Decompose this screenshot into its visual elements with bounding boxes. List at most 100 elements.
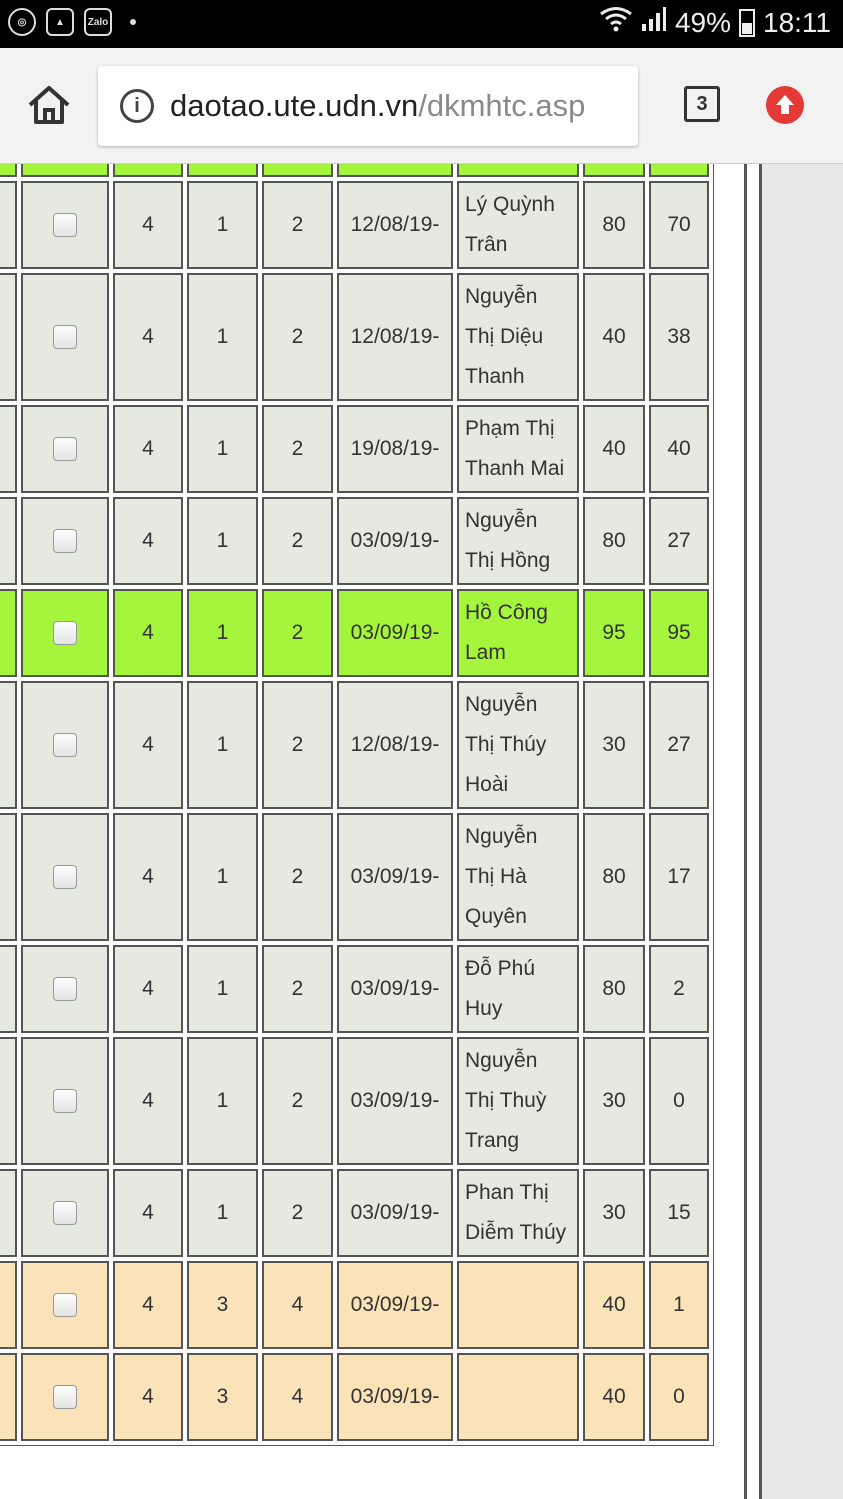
select-cell bbox=[21, 813, 109, 941]
teacher-cell: Nguyễn Thị Hà Quyên bbox=[457, 813, 579, 941]
start-date-cell: 03/09/19- bbox=[337, 1037, 453, 1165]
period-cell: 1 bbox=[187, 813, 258, 941]
capacity-cell: 80 bbox=[583, 813, 645, 941]
select-cell bbox=[21, 1353, 109, 1441]
register-checkbox[interactable] bbox=[53, 213, 77, 238]
period-end-cell: 2 bbox=[262, 497, 333, 585]
table-row: 4 3 4 03/09/19- 40 1 bbox=[0, 1261, 709, 1349]
table-row: 4 1 2 03/09/19- Nguyễn Thị Hồng 80 27 bbox=[0, 497, 709, 585]
credits-cell: 4 bbox=[113, 589, 183, 677]
credits-cell: 4 bbox=[113, 273, 183, 401]
table-row: 4 1 2 03/09/19- Đỗ Phú Huy 80 2 bbox=[0, 945, 709, 1033]
period-end-cell: 2 bbox=[262, 1037, 333, 1165]
page-content: 4 1 2 12/08/19- Lý Quỳnh Trân 80 70 4 1 2 12/08/19… bbox=[0, 164, 843, 1499]
period-cell: 1 bbox=[187, 1037, 258, 1165]
select-cell bbox=[21, 1169, 109, 1257]
register-checkbox[interactable] bbox=[53, 1089, 77, 1114]
select-cell bbox=[21, 945, 109, 1033]
start-date-cell: 12/08/19- bbox=[337, 681, 453, 809]
period-end-cell: 2 bbox=[262, 1169, 333, 1257]
row-edge-cell bbox=[0, 589, 17, 677]
register-checkbox[interactable] bbox=[53, 1385, 77, 1410]
url-path: /dkmhtc.asp bbox=[418, 88, 586, 123]
period-end-cell: 2 bbox=[262, 181, 333, 269]
register-checkbox[interactable] bbox=[53, 621, 77, 646]
registered-cell: 70 bbox=[649, 181, 709, 269]
registered-cell: 15 bbox=[649, 1169, 709, 1257]
credits-cell: 4 bbox=[113, 1353, 183, 1441]
battery-percent: 49% bbox=[674, 6, 731, 38]
header-cell bbox=[457, 164, 579, 177]
start-date-cell: 03/09/19- bbox=[337, 1261, 453, 1349]
table-row: 4 1 2 03/09/19- Hồ Công Lam 95 95 bbox=[0, 589, 709, 677]
select-cell bbox=[21, 1261, 109, 1349]
info-icon[interactable]: i bbox=[120, 89, 154, 123]
start-date-cell: 03/09/19- bbox=[337, 813, 453, 941]
registered-cell: 0 bbox=[649, 1037, 709, 1165]
home-button[interactable] bbox=[26, 84, 72, 126]
registered-cell: 1 bbox=[649, 1261, 709, 1349]
start-date-cell: 03/09/19- bbox=[337, 945, 453, 1033]
register-checkbox[interactable] bbox=[53, 733, 77, 758]
register-checkbox[interactable] bbox=[53, 1201, 77, 1226]
table-row: 4 1 2 03/09/19- Nguyễn Thị Thuỳ Trang 30 0 bbox=[0, 1037, 709, 1165]
period-cell: 1 bbox=[187, 1169, 258, 1257]
capacity-cell: 30 bbox=[583, 1169, 645, 1257]
registered-cell: 17 bbox=[649, 813, 709, 941]
period-end-cell: 2 bbox=[262, 945, 333, 1033]
select-cell bbox=[21, 1037, 109, 1165]
table-row: 4 1 2 12/08/19- Nguyễn Thị Diệu Thanh 40 38 bbox=[0, 273, 709, 401]
notification-icons: ◎ ▲ Zalo bbox=[8, 8, 136, 36]
period-cell: 1 bbox=[187, 681, 258, 809]
register-checkbox[interactable] bbox=[53, 529, 77, 554]
select-cell bbox=[21, 273, 109, 401]
row-edge-cell bbox=[0, 273, 17, 401]
period-cell: 1 bbox=[187, 589, 258, 677]
header-cell bbox=[0, 164, 17, 177]
start-date-cell: 03/09/19- bbox=[337, 589, 453, 677]
credits-cell: 4 bbox=[113, 1169, 183, 1257]
period-end-cell: 2 bbox=[262, 681, 333, 809]
table-row: 4 1 2 03/09/19- Nguyễn Thị Hà Quyên 80 17 bbox=[0, 813, 709, 941]
status-bar: ◎ ▲ Zalo 49% 18:11 bbox=[0, 0, 843, 48]
period-end-cell: 2 bbox=[262, 273, 333, 401]
period-cell: 1 bbox=[187, 273, 258, 401]
teacher-cell: Đỗ Phú Huy bbox=[457, 945, 579, 1033]
header-cell bbox=[262, 164, 333, 177]
address-bar[interactable]: i daotao.ute.udn.vn/dkmhtc.asp bbox=[98, 66, 638, 146]
register-checkbox[interactable] bbox=[53, 325, 77, 350]
capacity-cell: 40 bbox=[583, 1261, 645, 1349]
url-text[interactable]: daotao.ute.udn.vn/dkmhtc.asp bbox=[170, 88, 585, 124]
table-row: 4 1 2 12/08/19- Lý Quỳnh Trân 80 70 bbox=[0, 181, 709, 269]
credits-cell: 4 bbox=[113, 405, 183, 493]
table-border bbox=[744, 164, 762, 1499]
registered-cell: 2 bbox=[649, 945, 709, 1033]
capacity-cell: 30 bbox=[583, 1037, 645, 1165]
period-cell: 3 bbox=[187, 1353, 258, 1441]
register-checkbox[interactable] bbox=[53, 977, 77, 1002]
period-cell: 1 bbox=[187, 181, 258, 269]
update-button[interactable] bbox=[766, 86, 804, 124]
row-edge-cell bbox=[0, 813, 17, 941]
period-cell: 1 bbox=[187, 405, 258, 493]
header-cell bbox=[649, 164, 709, 177]
register-checkbox[interactable] bbox=[53, 1293, 77, 1318]
credits-cell: 4 bbox=[113, 681, 183, 809]
header-cell bbox=[113, 164, 183, 177]
register-checkbox[interactable] bbox=[53, 437, 77, 462]
status-right: 49% 18:11 bbox=[599, 6, 831, 39]
registered-cell: 95 bbox=[649, 589, 709, 677]
zalo-icon: Zalo bbox=[84, 8, 112, 36]
table-header-row bbox=[0, 164, 709, 177]
tab-switcher-button[interactable]: 3 bbox=[684, 86, 720, 122]
capacity-cell: 80 bbox=[583, 497, 645, 585]
period-end-cell: 4 bbox=[262, 1353, 333, 1441]
register-checkbox[interactable] bbox=[53, 865, 77, 890]
header-cell bbox=[21, 164, 109, 177]
home-icon bbox=[28, 86, 70, 124]
start-date-cell: 03/09/19- bbox=[337, 497, 453, 585]
registered-cell: 38 bbox=[649, 273, 709, 401]
right-panel bbox=[762, 164, 843, 1499]
chrome-icon: ◎ bbox=[8, 8, 36, 36]
table-row: 4 3 4 03/09/19- 40 0 bbox=[0, 1353, 709, 1441]
